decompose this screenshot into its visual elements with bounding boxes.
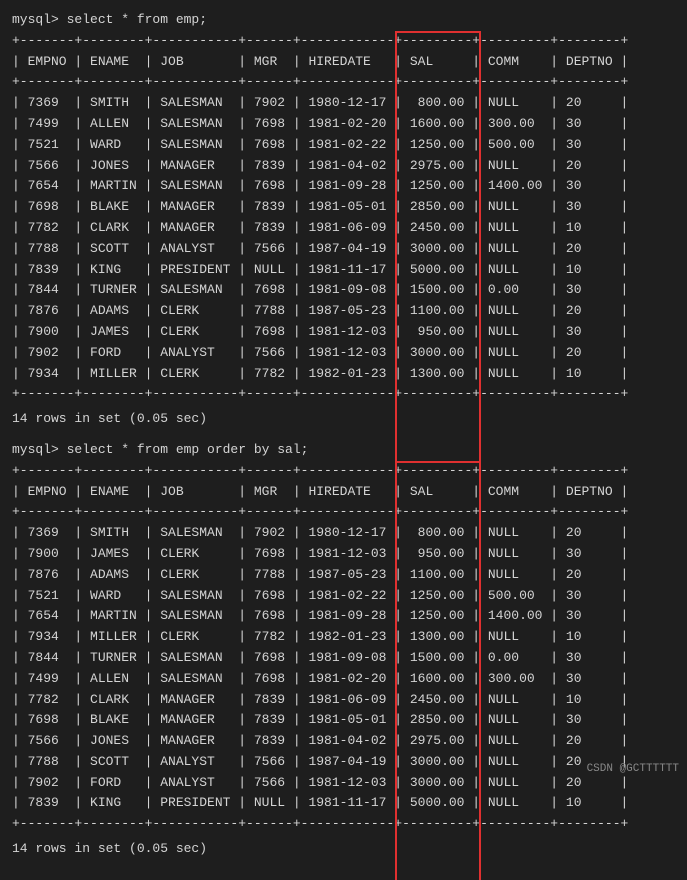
watermark: CSDN @GCTTTTTT [587, 763, 679, 775]
table2-wrapper: +-------+--------+-----------+------+---… [12, 461, 628, 835]
section-query2: mysql> select * from emp order by sal; +… [12, 440, 675, 860]
table1: +-------+--------+-----------+------+---… [12, 31, 628, 405]
prompt1: mysql> select * from emp; [12, 10, 675, 31]
table2: +-------+--------+-----------+------+---… [12, 461, 628, 835]
result1: 14 rows in set (0.05 sec) [12, 409, 675, 430]
result2: 14 rows in set (0.05 sec) [12, 839, 675, 860]
table1-wrapper: +-------+--------+-----------+------+---… [12, 31, 628, 405]
terminal: mysql> select * from emp; +-------+-----… [12, 10, 675, 860]
prompt2: mysql> select * from emp order by sal; [12, 440, 675, 461]
section-query1: mysql> select * from emp; +-------+-----… [12, 10, 675, 430]
